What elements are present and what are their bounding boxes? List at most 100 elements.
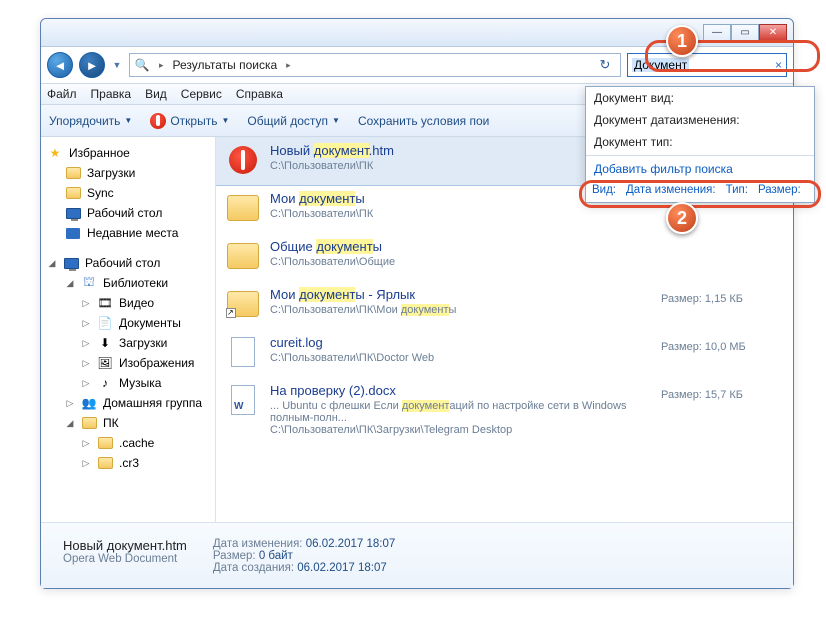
result-meta: Размер: 15,7 КБ (661, 383, 781, 436)
folder-icon (227, 195, 259, 221)
result-row[interactable]: На проверку (2).docx... Ubuntu с флешки … (216, 377, 793, 444)
result-row[interactable]: cureit.logC:\Пользователи\ПК\Doctor WebР… (216, 329, 793, 377)
chevron-icon[interactable]: ▸ (286, 60, 291, 71)
menu-tools[interactable]: Сервис (181, 87, 222, 101)
collapse-icon[interactable]: ◢ (65, 418, 75, 429)
downloads-icon: ⬇ (97, 335, 113, 351)
sidebar-item-desktop[interactable]: Рабочий стол (47, 203, 213, 223)
pc-icon (82, 417, 97, 429)
result-path: C:\Пользователи\ПК (270, 208, 651, 220)
star-icon: ★ (47, 145, 63, 161)
details-size-label: Размер: (213, 550, 256, 562)
filter-size[interactable]: Размер: (758, 184, 801, 196)
details-modified-value: 06.02.2017 18:07 (306, 538, 396, 550)
suggest-kind[interactable]: Документ вид: (586, 87, 814, 109)
organize-button[interactable]: Упорядочить ▼ (49, 114, 132, 128)
address-bar[interactable]: 🔍 ▸ Результаты поиска ▸ ↻ (129, 53, 621, 77)
chevron-icon: ▸ (159, 60, 164, 71)
sidebar-favorites[interactable]: ★Избранное (47, 143, 213, 163)
desktop-icon (64, 258, 79, 269)
expand-icon[interactable]: ▷ (81, 358, 91, 369)
search-results-icon: 🔍 (134, 57, 150, 73)
refresh-button[interactable]: ↻ (594, 57, 616, 73)
menu-view[interactable]: Вид (145, 87, 167, 101)
sidebar-item-recent[interactable]: Недавние места (47, 223, 213, 243)
folder-icon (98, 457, 113, 469)
forward-button[interactable]: ► (79, 52, 105, 78)
menu-edit[interactable]: Правка (91, 87, 132, 101)
search-term: Документ (632, 58, 689, 72)
sidebar-item-downloads[interactable]: Загрузки (47, 163, 213, 183)
folder-icon (227, 243, 259, 269)
expand-icon[interactable]: ▷ (81, 438, 91, 449)
suggest-type[interactable]: Документ тип: (586, 131, 814, 153)
sidebar-item-sync[interactable]: Sync (47, 183, 213, 203)
documents-icon: 📄 (97, 315, 113, 331)
sidebar-homegroup[interactable]: ▷👥Домашняя группа (47, 393, 213, 413)
result-row[interactable]: Общие документы C:\Пользователи\Общие (216, 233, 793, 281)
search-suggest-panel: Документ вид: Документ датаизменения: До… (585, 86, 815, 203)
collapse-icon[interactable]: ◢ (65, 278, 75, 289)
filter-date[interactable]: Дата изменения: (626, 184, 716, 196)
add-filter-label: Добавить фильтр поиска (586, 158, 814, 180)
search-input[interactable]: Документ × (627, 53, 787, 77)
sidebar-item-cr3[interactable]: ▷.cr3 (47, 453, 213, 473)
sidebar-item-pictures[interactable]: ▷🖼Изображения (47, 353, 213, 373)
back-button[interactable]: ◄ (47, 52, 73, 78)
result-path: ... Ubuntu с флешки Если документаций по… (270, 400, 651, 424)
homegroup-icon: 👥 (81, 395, 97, 411)
expand-icon[interactable]: ▷ (65, 398, 75, 409)
filter-row: Вид: Дата изменения: Тип: Размер: (586, 180, 814, 202)
minimize-button[interactable]: — (703, 24, 731, 42)
details-created-label: Дата создания: (213, 562, 294, 574)
details-filetype: Opera Web Document (63, 553, 187, 565)
file-icon (231, 337, 255, 367)
history-dropdown[interactable]: ▼ (111, 52, 123, 78)
sidebar-item-downloads[interactable]: ▷⬇Загрузки (47, 333, 213, 353)
expand-icon[interactable]: ▷ (81, 458, 91, 469)
result-path: C:\Пользователи\ПК\Doctor Web (270, 352, 651, 364)
sidebar-pc[interactable]: ◢ПК (47, 413, 213, 433)
close-button[interactable]: ✕ (759, 24, 787, 42)
menu-help[interactable]: Справка (236, 87, 283, 101)
filter-type[interactable]: Тип: (726, 184, 748, 196)
result-title: Мои документы - Ярлык (270, 287, 651, 302)
sidebar-item-music[interactable]: ▷♪Музыка (47, 373, 213, 393)
sidebar-desktop-root[interactable]: ◢Рабочий стол (47, 253, 213, 273)
result-meta (661, 239, 781, 273)
sidebar: ★Избранное Загрузки Sync Рабочий стол Не… (41, 137, 216, 522)
details-created-value: 06.02.2017 18:07 (297, 562, 387, 574)
folder-icon (66, 167, 81, 179)
recent-icon (66, 228, 80, 239)
result-path: C:\Пользователи\Общие (270, 256, 651, 268)
details-modified-label: Дата изменения: (213, 538, 303, 550)
annotation-badge-1: 1 (666, 25, 698, 57)
result-title: Общие документы (270, 239, 651, 254)
music-icon: ♪ (97, 375, 113, 391)
maximize-button[interactable]: ▭ (731, 24, 759, 42)
sidebar-item-documents[interactable]: ▷📄Документы (47, 313, 213, 333)
open-button[interactable]: Открыть ▼ (150, 113, 229, 129)
result-row[interactable]: Мои документы - ЯрлыкC:\Пользователи\ПК\… (216, 281, 793, 329)
details-size-value: 0 байт (259, 550, 293, 562)
collapse-icon[interactable]: ◢ (47, 258, 57, 269)
expand-icon[interactable]: ▷ (81, 378, 91, 389)
clear-search-icon[interactable]: × (775, 58, 782, 72)
sidebar-item-cache[interactable]: ▷.cache (47, 433, 213, 453)
share-button[interactable]: Общий доступ ▼ (247, 114, 340, 128)
expand-icon[interactable]: ▷ (81, 338, 91, 349)
save-search-button[interactable]: Сохранить условия пои (358, 114, 489, 128)
breadcrumb-text: Результаты поиска (173, 58, 278, 72)
folder-shortcut-icon (227, 291, 259, 317)
suggest-datemodified[interactable]: Документ датаизменения: (586, 109, 814, 131)
menu-file[interactable]: Файл (47, 87, 77, 101)
sidebar-libraries[interactable]: ◢⛫Библиотеки (47, 273, 213, 293)
filter-kind[interactable]: Вид: (592, 184, 616, 196)
result-meta: Размер: 10,0 МБ (661, 335, 781, 369)
expand-icon[interactable]: ▷ (81, 298, 91, 309)
video-icon: 🎞 (97, 295, 113, 311)
expand-icon[interactable]: ▷ (81, 318, 91, 329)
details-filename: Новый документ.htm (63, 538, 187, 553)
desktop-icon (66, 208, 81, 219)
sidebar-item-video[interactable]: ▷🎞Видео (47, 293, 213, 313)
